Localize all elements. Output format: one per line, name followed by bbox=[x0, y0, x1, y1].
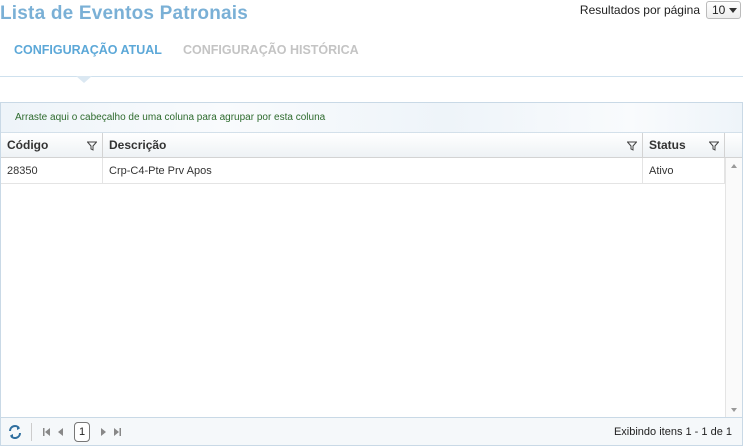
column-header-status-label: Status bbox=[649, 138, 686, 152]
events-grid: Arraste aqui o cabeçalho de uma coluna p… bbox=[0, 102, 743, 446]
vertical-scrollbar[interactable] bbox=[725, 158, 742, 420]
previous-page-icon[interactable] bbox=[54, 425, 68, 439]
tab-configuracao-atual[interactable]: CONFIGURAÇÃO ATUAL bbox=[14, 43, 162, 57]
grid-header: Código Descrição Status bbox=[1, 133, 742, 158]
group-by-panel[interactable]: Arraste aqui o cabeçalho de uma coluna p… bbox=[1, 103, 742, 133]
column-header-codigo[interactable]: Código bbox=[1, 133, 103, 157]
table-row[interactable]: 28350 Crp-C4-Pte Prv Apos Ativo bbox=[1, 158, 742, 184]
grid-body: 28350 Crp-C4-Pte Prv Apos Ativo bbox=[1, 158, 742, 420]
scroll-up-icon[interactable] bbox=[731, 164, 737, 168]
scrollbar-header-spacer bbox=[725, 133, 742, 157]
results-per-page: Resultados por página 10 bbox=[580, 1, 741, 19]
current-page-button[interactable]: 1 bbox=[74, 421, 90, 442]
first-page-icon[interactable] bbox=[40, 425, 54, 439]
filter-icon[interactable] bbox=[709, 141, 719, 151]
cell-codigo: 28350 bbox=[1, 158, 103, 183]
pager: 1 Exibindo itens 1 - 1 de 1 bbox=[1, 417, 742, 445]
filter-icon[interactable] bbox=[87, 141, 97, 151]
column-header-status[interactable]: Status bbox=[643, 133, 725, 157]
results-per-page-value: 10 bbox=[712, 3, 726, 17]
pager-info: Exibindo itens 1 - 1 de 1 bbox=[613, 425, 732, 438]
results-per-page-select[interactable]: 10 bbox=[706, 1, 741, 19]
page-title: Lista de Eventos Patronais bbox=[0, 3, 249, 24]
tab-configuracao-historica[interactable]: CONFIGURAÇÃO HISTÓRICA bbox=[183, 43, 359, 57]
filter-icon[interactable] bbox=[627, 141, 637, 151]
column-header-codigo-label: Código bbox=[7, 138, 49, 152]
column-header-descricao-label: Descrição bbox=[109, 138, 167, 152]
next-page-icon[interactable] bbox=[96, 425, 110, 439]
pager-separator bbox=[31, 422, 32, 441]
results-per-page-label: Resultados por página bbox=[579, 3, 700, 17]
column-header-descricao[interactable]: Descrição bbox=[103, 133, 643, 157]
cell-status: Ativo bbox=[643, 158, 725, 183]
chevron-down-icon bbox=[729, 7, 737, 13]
refresh-icon[interactable] bbox=[7, 424, 23, 440]
active-tab-indicator bbox=[76, 76, 92, 83]
last-page-icon[interactable] bbox=[110, 425, 124, 439]
scroll-down-icon[interactable] bbox=[731, 408, 737, 412]
cell-descricao: Crp-C4-Pte Prv Apos bbox=[103, 158, 643, 183]
tab-bar: CONFIGURAÇÃO ATUAL CONFIGURAÇÃO HISTÓRIC… bbox=[0, 40, 743, 83]
